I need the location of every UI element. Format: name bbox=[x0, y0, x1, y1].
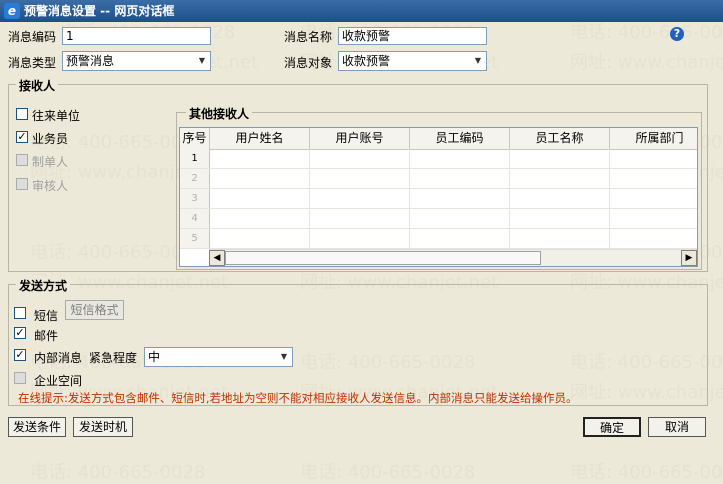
checkbox-counterparty-label: 往来单位 bbox=[32, 109, 81, 123]
message-name-label: 消息名称 bbox=[284, 30, 333, 44]
checkbox-enterprise-space bbox=[14, 372, 26, 384]
table-cell[interactable] bbox=[510, 209, 610, 228]
table-row[interactable]: 3 bbox=[180, 189, 697, 209]
sms-format-button[interactable]: 短信格式 bbox=[65, 300, 124, 320]
window-title: 预警消息设置 -- 网页对话框 bbox=[24, 4, 175, 18]
urgency-value: 中 bbox=[148, 350, 161, 364]
column-header[interactable]: 序号 bbox=[180, 128, 210, 149]
table-cell[interactable] bbox=[310, 169, 410, 188]
ie-icon: e bbox=[4, 3, 20, 19]
table-row[interactable]: 4 bbox=[180, 209, 697, 229]
chevron-down-icon[interactable]: ▼ bbox=[472, 55, 484, 67]
urgency-select[interactable]: 中 ▼ bbox=[144, 347, 293, 367]
watermark-phone: 电话: 400-665-0028 bbox=[300, 462, 476, 483]
message-object-label: 消息对象 bbox=[284, 56, 333, 70]
checkbox-reviewer bbox=[16, 178, 28, 190]
table-cell[interactable] bbox=[310, 209, 410, 228]
table-cell[interactable] bbox=[310, 229, 410, 248]
row-number: 1 bbox=[180, 149, 210, 168]
message-object-select[interactable]: 收款预警 ▼ bbox=[338, 51, 487, 71]
table-cell[interactable] bbox=[210, 229, 310, 248]
row-number: 5 bbox=[180, 229, 210, 248]
column-header[interactable]: 员工编码 bbox=[410, 128, 510, 149]
table-cell[interactable] bbox=[510, 149, 610, 168]
chevron-down-icon[interactable]: ▼ bbox=[196, 55, 208, 67]
urgency-label: 紧急程度 bbox=[89, 351, 138, 365]
table-row[interactable]: 2 bbox=[180, 169, 697, 189]
table-cell[interactable] bbox=[410, 209, 510, 228]
message-type-label: 消息类型 bbox=[8, 56, 57, 70]
send-method-title: 发送方式 bbox=[16, 277, 71, 294]
column-header[interactable]: 用户账号 bbox=[310, 128, 410, 149]
other-receivers-grid[interactable]: 序号 用户姓名 用户账号 员工编码 员工名称 所属部门 1 2 3 4 5 bbox=[179, 127, 698, 267]
checkbox-internal-message[interactable]: ✓ bbox=[14, 349, 26, 361]
message-type-select[interactable]: 预警消息 ▼ bbox=[62, 51, 211, 71]
grid-header: 序号 用户姓名 用户账号 员工编码 员工名称 所属部门 bbox=[180, 128, 697, 150]
online-hint: 在线提示:发送方式包含邮件、短信时,若地址为空则不能对相应接收人发送信息。内部消… bbox=[18, 391, 578, 405]
table-cell[interactable] bbox=[410, 189, 510, 208]
table-row[interactable]: 1 bbox=[180, 149, 697, 169]
table-cell[interactable] bbox=[210, 149, 310, 168]
scroll-left-icon[interactable]: ◀ bbox=[209, 250, 225, 266]
checkbox-sms-label: 短信 bbox=[34, 309, 59, 323]
ok-button[interactable]: 确定 bbox=[583, 417, 641, 437]
table-cell[interactable] bbox=[510, 189, 610, 208]
checkbox-preparer-label: 制单人 bbox=[32, 155, 69, 169]
column-header[interactable]: 所属部门 bbox=[610, 128, 697, 149]
table-cell[interactable] bbox=[210, 189, 310, 208]
receivers-title: 接收人 bbox=[16, 77, 59, 94]
message-object-value: 收款预警 bbox=[342, 54, 391, 68]
message-type-value: 预警消息 bbox=[66, 54, 115, 68]
column-header[interactable]: 员工名称 bbox=[510, 128, 610, 149]
horizontal-scrollbar[interactable]: ◀ ▶ bbox=[209, 249, 697, 266]
checkbox-enterprise-space-label: 企业空间 bbox=[34, 374, 83, 388]
table-cell[interactable] bbox=[210, 209, 310, 228]
watermark-site: 网址: www.chanjet.net bbox=[570, 52, 723, 73]
table-cell[interactable] bbox=[410, 149, 510, 168]
checkbox-internal-message-label: 内部消息 bbox=[34, 351, 83, 365]
checkbox-sms[interactable] bbox=[14, 307, 26, 319]
checkbox-salesperson-label: 业务员 bbox=[32, 132, 69, 146]
checkbox-preparer bbox=[16, 154, 28, 166]
cancel-button[interactable]: 取消 bbox=[648, 417, 706, 437]
help-icon[interactable]: ? bbox=[670, 27, 684, 41]
chevron-down-icon[interactable]: ▼ bbox=[278, 351, 290, 363]
table-cell[interactable] bbox=[210, 169, 310, 188]
row-number: 2 bbox=[180, 169, 210, 188]
checkbox-mail[interactable]: ✓ bbox=[14, 327, 26, 339]
table-cell[interactable] bbox=[510, 169, 610, 188]
scroll-right-icon[interactable]: ▶ bbox=[681, 250, 697, 266]
watermark-phone: 电话: 400-665-0028 bbox=[30, 462, 206, 483]
message-code-input[interactable]: 1 bbox=[62, 27, 211, 45]
table-row[interactable]: 5 bbox=[180, 229, 697, 249]
checkbox-counterparty[interactable] bbox=[16, 108, 28, 120]
send-condition-button[interactable]: 发送条件 bbox=[8, 417, 66, 437]
send-timing-button[interactable]: 发送时机 bbox=[73, 417, 133, 437]
message-name-input[interactable]: 收款预警 bbox=[338, 27, 487, 45]
checkbox-salesperson[interactable]: ✓ bbox=[16, 131, 28, 143]
row-number: 4 bbox=[180, 209, 210, 228]
table-cell[interactable] bbox=[410, 229, 510, 248]
other-receivers-title: 其他接收人 bbox=[186, 105, 253, 122]
table-cell[interactable] bbox=[310, 189, 410, 208]
table-cell[interactable] bbox=[510, 229, 610, 248]
table-cell[interactable] bbox=[310, 149, 410, 168]
checkbox-mail-label: 邮件 bbox=[34, 329, 59, 343]
checkbox-reviewer-label: 审核人 bbox=[32, 179, 69, 193]
scroll-thumb[interactable] bbox=[225, 251, 541, 265]
title-bar: e 预警消息设置 -- 网页对话框 bbox=[0, 0, 723, 22]
message-code-label: 消息编码 bbox=[8, 30, 57, 44]
row-number: 3 bbox=[180, 189, 210, 208]
column-header[interactable]: 用户姓名 bbox=[210, 128, 310, 149]
table-cell[interactable] bbox=[410, 169, 510, 188]
watermark-phone: 电话: 400-665-0028 bbox=[570, 462, 723, 483]
